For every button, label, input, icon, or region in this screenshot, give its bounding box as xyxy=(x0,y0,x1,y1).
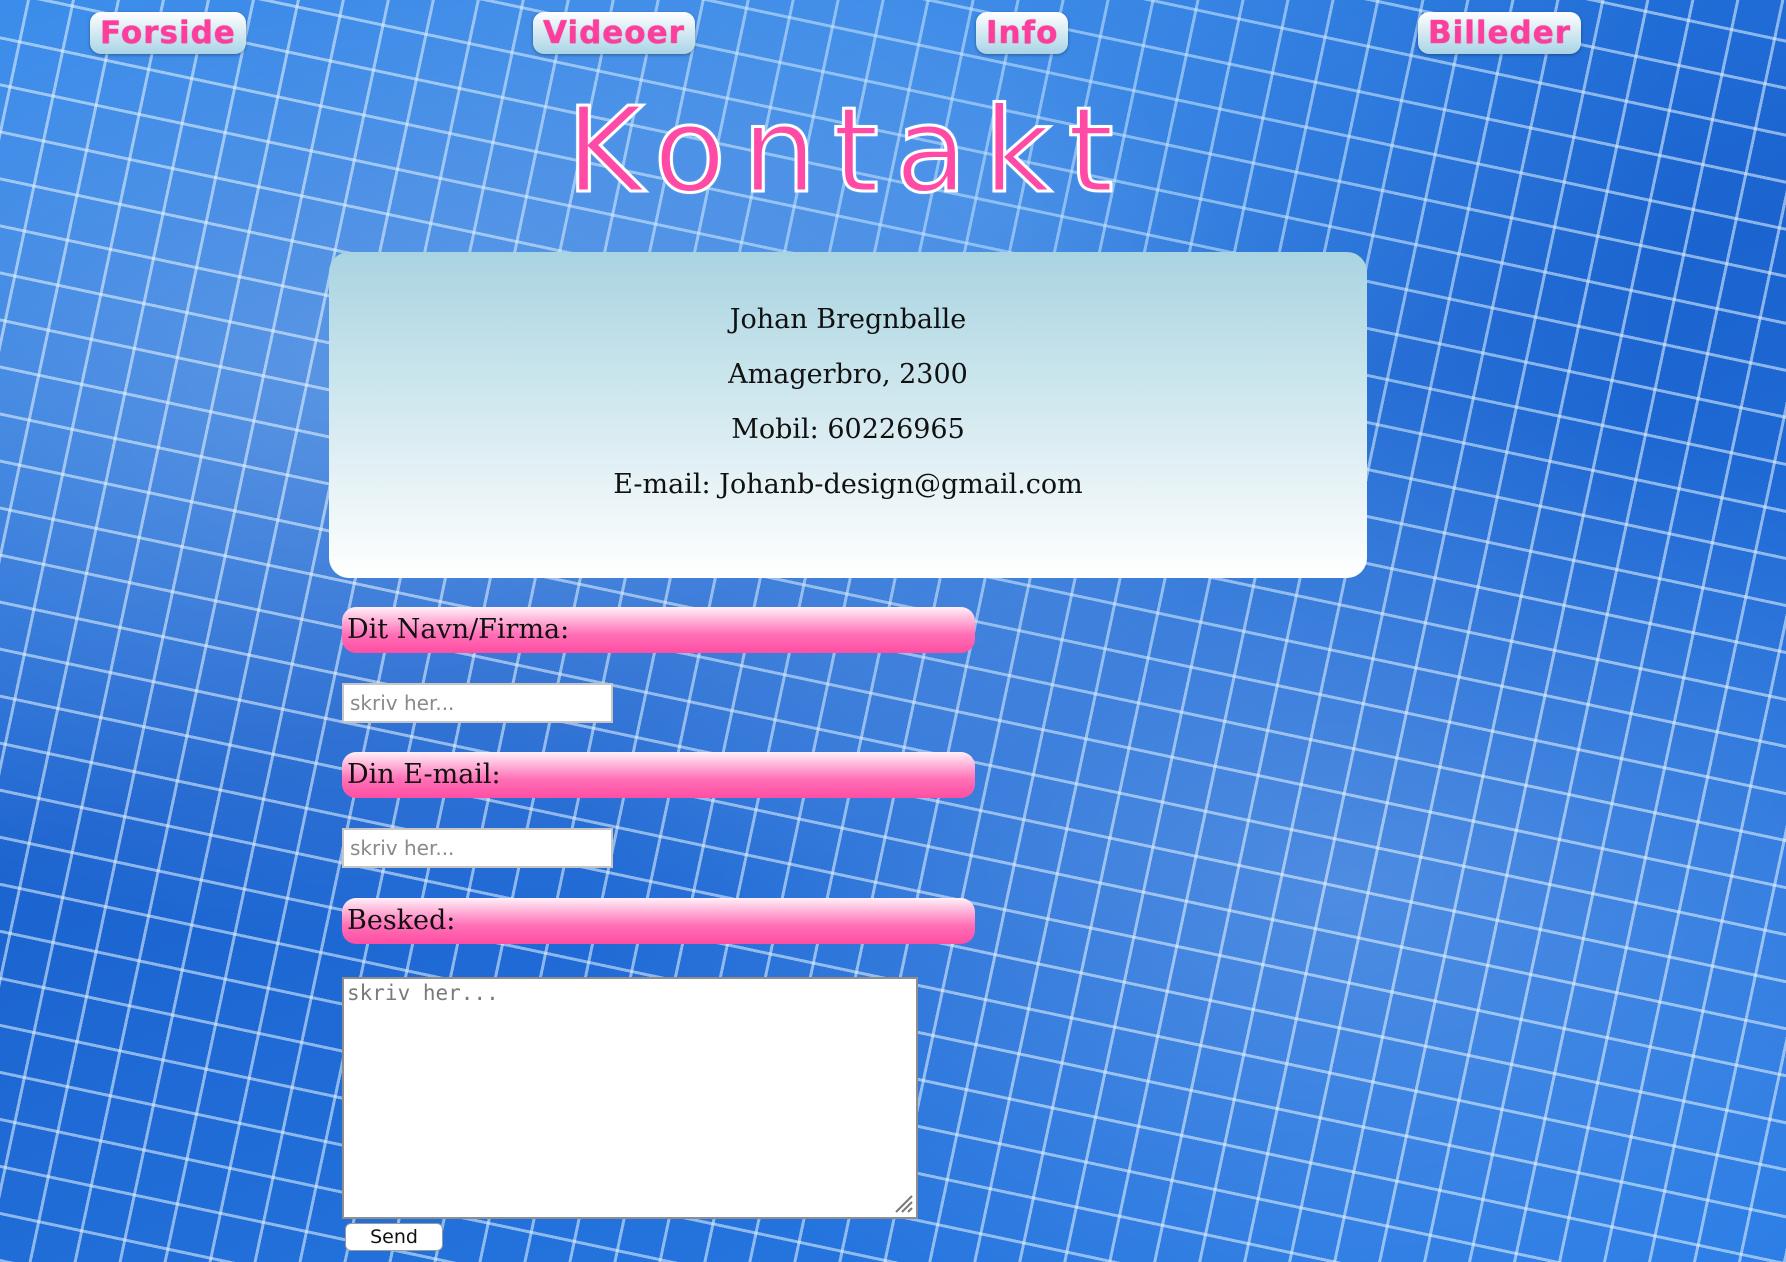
nav-info[interactable]: Info xyxy=(976,12,1069,54)
message-label: Besked: xyxy=(342,898,975,944)
message-textarea[interactable] xyxy=(342,977,918,1219)
email-input[interactable] xyxy=(342,828,613,868)
resize-grip-icon[interactable] xyxy=(890,1190,914,1214)
name-label: Dit Navn/Firma: xyxy=(342,607,975,653)
page-title: Kontakt xyxy=(565,80,1130,221)
name-input[interactable] xyxy=(342,683,613,723)
send-button[interactable]: Send xyxy=(345,1223,443,1251)
top-nav: Forside Videoer Info Billeder xyxy=(0,12,1786,56)
contact-address: Amagerbro, 2300 xyxy=(728,359,968,390)
nav-forside[interactable]: Forside xyxy=(90,12,246,54)
nav-billeder[interactable]: Billeder xyxy=(1418,12,1582,54)
contact-mobile: Mobil: 60226965 xyxy=(731,414,965,445)
contact-card: Johan Bregnballe Amagerbro, 2300 Mobil: … xyxy=(329,252,1367,578)
contact-name: Johan Bregnballe xyxy=(729,304,967,335)
nav-videoer[interactable]: Videoer xyxy=(533,12,695,54)
contact-email: E-mail: Johanb-design@gmail.com xyxy=(613,469,1083,500)
email-label: Din E-mail: xyxy=(342,752,975,798)
